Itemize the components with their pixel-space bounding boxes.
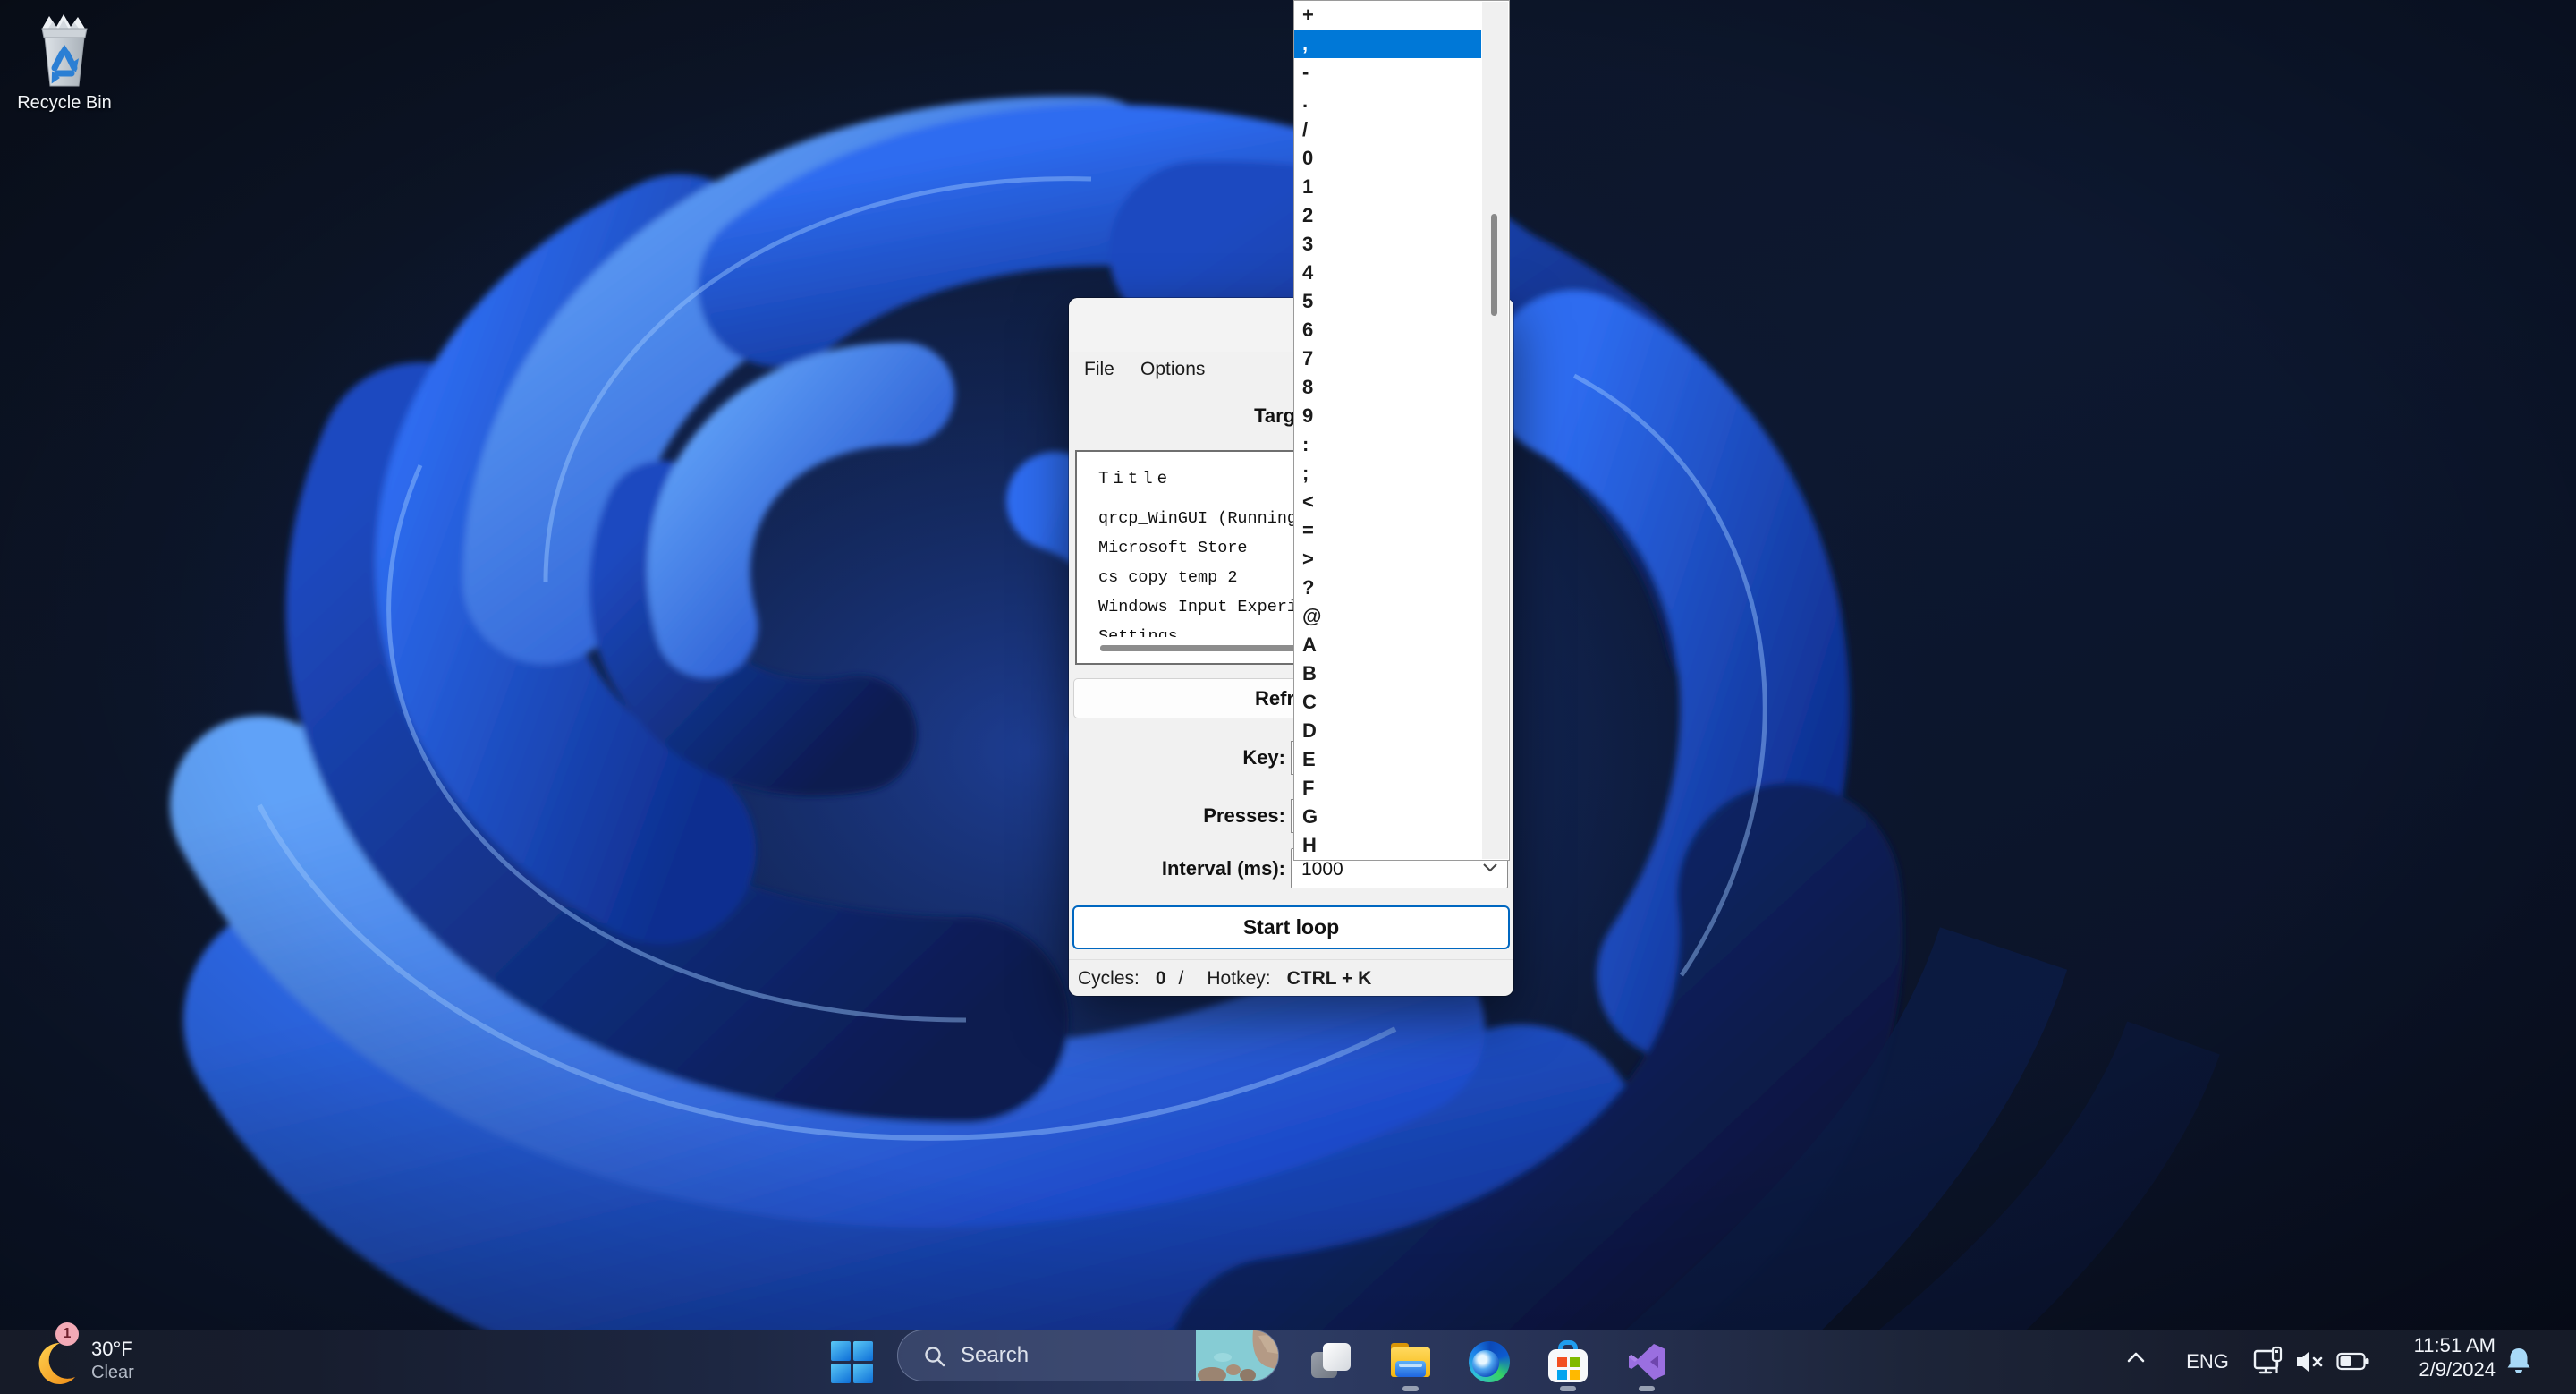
weather-badge: 1 bbox=[55, 1322, 79, 1346]
status-divider bbox=[1069, 959, 1513, 960]
store-icon bbox=[1547, 1340, 1589, 1383]
bell-icon bbox=[2504, 1347, 2533, 1377]
dropdown-item[interactable]: 9 bbox=[1294, 402, 1481, 430]
taskbar: 1 30°F Clear Search bbox=[0, 1330, 2576, 1394]
dropdown-item[interactable]: < bbox=[1294, 488, 1481, 516]
menu-options[interactable]: Options bbox=[1135, 353, 1210, 386]
dropdown-item[interactable]: 0 bbox=[1294, 144, 1481, 173]
hotkey-value: CTRL + K bbox=[1287, 965, 1372, 993]
start-icon bbox=[831, 1341, 873, 1383]
dropdown-item[interactable]: 2 bbox=[1294, 201, 1481, 230]
dropdown-item[interactable]: G bbox=[1294, 803, 1481, 831]
store-button[interactable] bbox=[1543, 1337, 1593, 1387]
edge-icon bbox=[1469, 1341, 1510, 1382]
weather-temperature: 30°F bbox=[91, 1338, 133, 1361]
tray-clock[interactable]: 11:51 AM 2/9/2024 bbox=[2379, 1333, 2496, 1381]
dropdown-item[interactable]: @ bbox=[1294, 602, 1481, 631]
bing-thumbnail bbox=[1196, 1330, 1278, 1381]
file-explorer-icon bbox=[1389, 1343, 1432, 1381]
dropdown-item[interactable]: > bbox=[1294, 545, 1481, 574]
moon-icon bbox=[30, 1340, 77, 1387]
dropdown-item[interactable]: C bbox=[1294, 688, 1481, 717]
tray-chevron-icon bbox=[2125, 1351, 2147, 1364]
dropdown-item[interactable]: 6 bbox=[1294, 316, 1481, 344]
visual-studio-icon bbox=[1626, 1341, 1667, 1382]
dropdown-item[interactable]: 5 bbox=[1294, 287, 1481, 316]
tray-time: 11:51 AM bbox=[2379, 1333, 2496, 1357]
start-loop-button[interactable]: Start loop bbox=[1072, 905, 1510, 949]
listbox-header: Title bbox=[1098, 464, 1172, 494]
dropdown-item[interactable]: 7 bbox=[1294, 344, 1481, 373]
search-placeholder: Search bbox=[961, 1343, 1029, 1368]
dropdown-item[interactable]: . bbox=[1294, 87, 1481, 115]
search-box[interactable]: Search bbox=[897, 1330, 1279, 1381]
dropdown-item[interactable]: H bbox=[1294, 831, 1481, 860]
volume-button[interactable] bbox=[2295, 1349, 2327, 1394]
dropdown-item[interactable]: / bbox=[1294, 115, 1481, 144]
speaker-muted-icon bbox=[2295, 1349, 2327, 1374]
status-bar: Cycles: 0 / Hotkey: CTRL + K bbox=[1078, 965, 1371, 993]
dropdown-item[interactable]: ? bbox=[1294, 574, 1481, 602]
edge-button[interactable] bbox=[1464, 1337, 1514, 1387]
dropdown-item[interactable]: : bbox=[1294, 430, 1481, 459]
dropdown-item[interactable]: + bbox=[1294, 1, 1481, 30]
dropdown-item[interactable]: 4 bbox=[1294, 259, 1481, 287]
cycles-value: 0 bbox=[1156, 965, 1166, 993]
status-separator: / bbox=[1179, 965, 1184, 993]
battery-icon bbox=[2336, 1350, 2372, 1373]
dropdown-item[interactable]: F bbox=[1294, 774, 1481, 803]
dropdown-item[interactable]: 1 bbox=[1294, 173, 1481, 201]
visual-studio-button[interactable] bbox=[1622, 1337, 1672, 1387]
start-button[interactable] bbox=[823, 1332, 880, 1391]
store-running-indicator bbox=[1560, 1386, 1576, 1391]
dropdown-item[interactable]: = bbox=[1294, 516, 1481, 545]
dropdown-item[interactable]: , bbox=[1294, 30, 1481, 58]
key-label: Key: bbox=[1124, 741, 1285, 775]
recycle-bin-label: Recycle Bin bbox=[9, 93, 120, 114]
dropdown-item[interactable]: - bbox=[1294, 58, 1481, 87]
dropdown-items: +,-./0123456789:;<=>?@ABCDEFGH bbox=[1294, 1, 1509, 860]
desktop: Recycle Bin File Options Target: Title q… bbox=[0, 0, 2576, 1394]
dropdown-item[interactable]: E bbox=[1294, 745, 1481, 774]
task-view-button[interactable] bbox=[1307, 1337, 1357, 1387]
presses-label: Presses: bbox=[1124, 799, 1285, 833]
hotkey-label: Hotkey: bbox=[1207, 965, 1270, 993]
dropdown-item[interactable]: B bbox=[1294, 659, 1481, 688]
recycle-bin-icon bbox=[30, 5, 99, 91]
battery-button[interactable] bbox=[2336, 1350, 2372, 1394]
search-icon bbox=[923, 1345, 946, 1368]
dropdown-item[interactable]: 3 bbox=[1294, 230, 1481, 259]
file-explorer-button[interactable] bbox=[1385, 1337, 1436, 1387]
dropdown-item[interactable]: A bbox=[1294, 631, 1481, 659]
chevron-down-icon bbox=[1482, 863, 1498, 873]
language-indicator[interactable]: ENG bbox=[2182, 1349, 2233, 1374]
key-dropdown-list[interactable]: +,-./0123456789:;<=>?@ABCDEFGH bbox=[1293, 0, 1510, 861]
cycles-label: Cycles: bbox=[1078, 965, 1140, 993]
interval-label: Interval (ms): bbox=[1124, 848, 1285, 888]
weather-widget[interactable]: 1 30°F Clear bbox=[16, 1330, 231, 1394]
dropdown-scrollbar-track[interactable] bbox=[1482, 2, 1508, 859]
notification-button[interactable] bbox=[2504, 1347, 2533, 1394]
tray-overflow-button[interactable] bbox=[2125, 1351, 2147, 1394]
display-usb-button[interactable] bbox=[2252, 1346, 2288, 1394]
dropdown-item[interactable]: D bbox=[1294, 717, 1481, 745]
visual-studio-running-indicator bbox=[1639, 1386, 1655, 1391]
tray-date: 2/9/2024 bbox=[2379, 1357, 2496, 1381]
dropdown-item[interactable]: 8 bbox=[1294, 373, 1481, 402]
weather-condition: Clear bbox=[91, 1363, 134, 1383]
desktop-icon-recycle-bin[interactable]: Recycle Bin bbox=[9, 5, 120, 114]
dropdown-scrollbar-thumb[interactable] bbox=[1491, 214, 1497, 316]
display-usb-icon bbox=[2252, 1346, 2288, 1378]
file-explorer-running-indicator bbox=[1402, 1386, 1419, 1391]
menu-file[interactable]: File bbox=[1079, 353, 1120, 386]
dropdown-item[interactable]: ; bbox=[1294, 459, 1481, 488]
task-view-icon bbox=[1311, 1342, 1352, 1381]
